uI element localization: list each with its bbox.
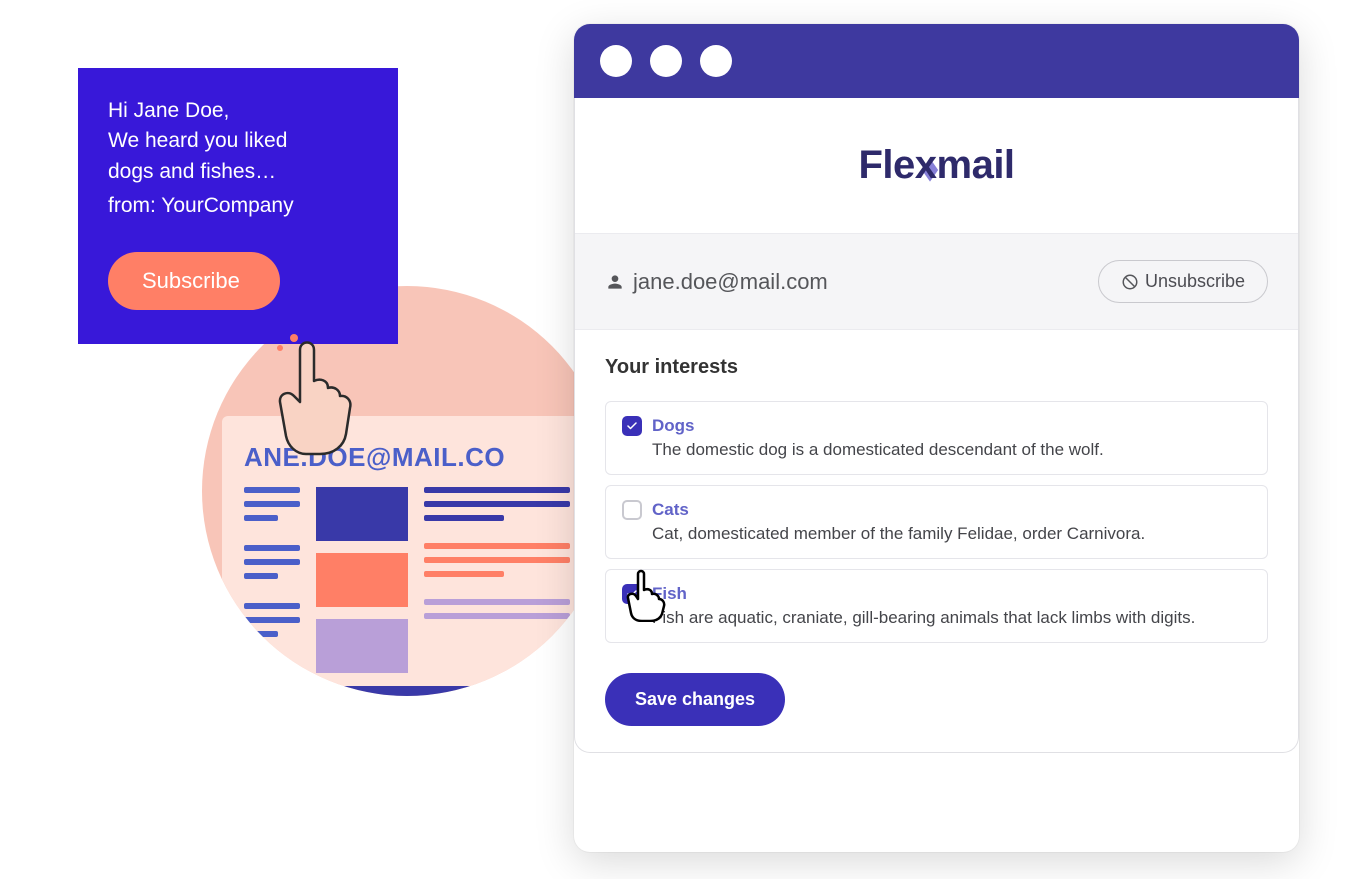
from-prefix: from:	[108, 194, 161, 217]
preferences-browser-window: Flexmail jane.doe@mail.com Unsubscribe Y…	[574, 24, 1299, 852]
flexmail-logo: Flexmail	[858, 143, 1014, 188]
window-dot-icon	[650, 45, 682, 77]
unsubscribe-label: Unsubscribe	[1145, 271, 1245, 292]
interest-desc: Cat, domesticated member of the family F…	[652, 524, 1251, 544]
pointer-cursor-icon	[622, 568, 668, 627]
person-icon	[605, 272, 625, 292]
window-dot-icon	[700, 45, 732, 77]
section-title: Your interests	[605, 356, 1268, 379]
save-changes-label: Save changes	[635, 689, 755, 709]
subscribe-button[interactable]: Subscribe	[108, 252, 280, 310]
interest-item-fish[interactable]: Fish Fish are aquatic, craniate, gill-be…	[605, 569, 1268, 643]
promo-line-3: dogs and fishes…	[108, 157, 368, 187]
interest-name: Dogs	[652, 416, 695, 436]
unsubscribe-button[interactable]: Unsubscribe	[1098, 260, 1268, 303]
logo-area: Flexmail	[575, 98, 1298, 233]
greeting-line: Hi Jane Doe,	[108, 96, 368, 126]
subscribe-button-label: Subscribe	[142, 268, 240, 294]
interest-desc: Fish are aquatic, craniate, gill-bearing…	[652, 608, 1251, 628]
browser-titlebar	[574, 24, 1299, 98]
prohibit-icon	[1121, 273, 1139, 291]
user-email: jane.doe@mail.com	[633, 269, 828, 295]
interest-item-dogs[interactable]: Dogs The domestic dog is a domesticated …	[605, 401, 1268, 475]
sender-line: from: YourCompany	[108, 191, 368, 221]
from-company: YourCompany	[161, 194, 293, 217]
interest-checkbox[interactable]	[622, 500, 642, 520]
promo-line-2: We heard you liked	[108, 126, 368, 156]
interest-name: Cats	[652, 500, 689, 520]
subscribe-promo-card: Hi Jane Doe, We heard you liked dogs and…	[78, 68, 398, 344]
user-bar: jane.doe@mail.com Unsubscribe	[575, 233, 1298, 330]
interest-desc: The domestic dog is a domesticated desce…	[652, 440, 1251, 460]
check-icon	[626, 420, 638, 432]
window-dot-icon	[600, 45, 632, 77]
interest-checkbox[interactable]	[622, 416, 642, 436]
save-changes-button[interactable]: Save changes	[605, 673, 785, 726]
pointer-hand-icon	[258, 306, 378, 456]
interest-item-cats[interactable]: Cats Cat, domesticated member of the fam…	[605, 485, 1268, 559]
